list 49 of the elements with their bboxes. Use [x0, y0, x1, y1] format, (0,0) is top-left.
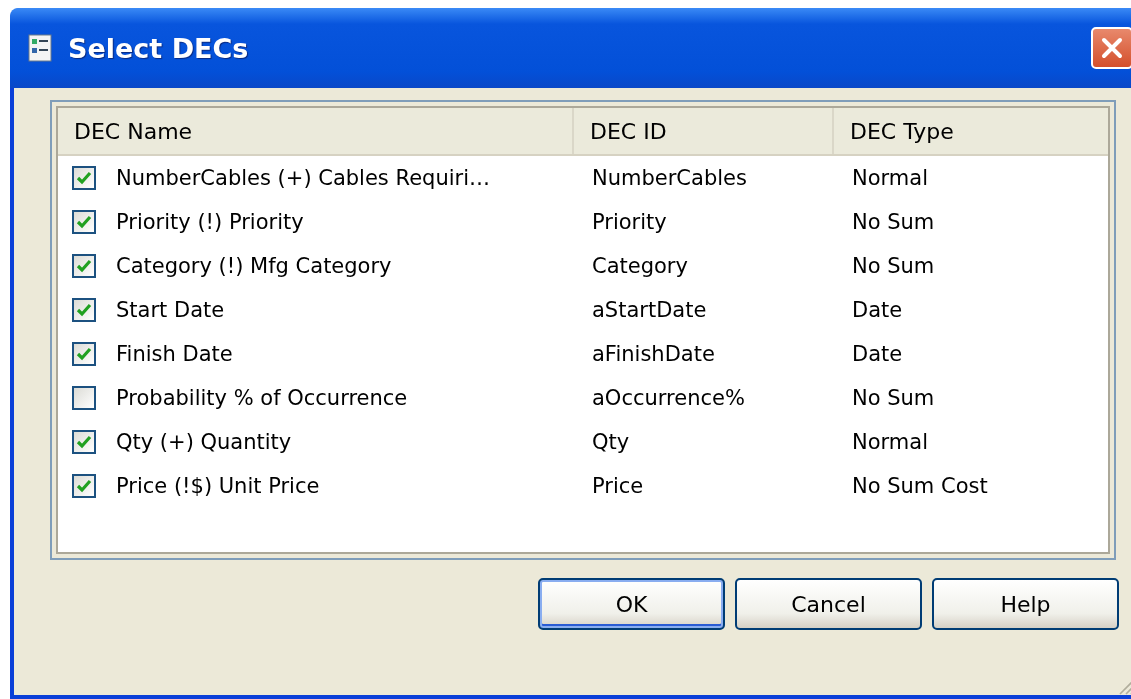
table-cell: aFinishDate	[592, 342, 715, 366]
table-cell: NumberCables (+) Cables Requiri…	[116, 166, 490, 190]
checkbox[interactable]	[72, 386, 96, 410]
check-icon	[76, 347, 92, 361]
checkbox[interactable]	[72, 474, 96, 498]
dialog-button[interactable]: OK	[538, 578, 725, 630]
table-cell: Date	[852, 342, 903, 366]
table-cell: Price (!$) Unit Price	[116, 474, 320, 498]
table-cell: No Sum Cost	[852, 474, 988, 498]
check-icon	[76, 171, 92, 185]
checkbox[interactable]	[72, 430, 96, 454]
checkbox[interactable]	[72, 166, 96, 190]
column-header[interactable]: DEC Type	[834, 108, 1104, 154]
checkbox[interactable]	[72, 342, 96, 366]
check-icon	[76, 435, 92, 449]
table-cell: Finish Date	[116, 342, 233, 366]
table-cell: Qty (+) Quantity	[116, 430, 292, 454]
window-title: Select DECs	[68, 32, 249, 64]
check-icon	[76, 303, 92, 317]
table-cell: NumberCables	[592, 166, 747, 190]
table-cell: Priority	[592, 210, 667, 234]
table-cell: No Sum	[852, 254, 935, 278]
table-cell: Qty	[592, 430, 630, 454]
check-icon	[76, 259, 92, 273]
table-cell: Date	[852, 298, 903, 322]
table-cell: Category (!) Mfg Category	[116, 254, 392, 278]
checkbox[interactable]	[72, 298, 96, 322]
table-cell: Normal	[852, 166, 928, 190]
table-cell: aStartDate	[592, 298, 707, 322]
column-header[interactable]: DEC ID	[574, 108, 834, 154]
close-icon	[1099, 35, 1125, 61]
table-cell: Start Date	[116, 298, 225, 322]
table-cell: Normal	[852, 430, 928, 454]
dialog-button[interactable]: Help	[932, 578, 1119, 630]
table-cell: aOccurrence%	[592, 386, 745, 410]
table-cell: No Sum	[852, 386, 935, 410]
checkbox[interactable]	[72, 254, 96, 278]
table-cell: Category	[592, 254, 688, 278]
dialog-button[interactable]: Cancel	[735, 578, 922, 630]
table-cell: Probability % of Occurrence	[116, 386, 408, 410]
checkbox[interactable]	[72, 210, 96, 234]
form-icon	[28, 34, 52, 62]
table-cell: No Sum	[852, 210, 935, 234]
table-cell: Price	[592, 474, 644, 498]
close-button[interactable]	[1091, 27, 1131, 69]
column-header[interactable]: DEC Name	[58, 108, 574, 154]
check-icon	[76, 215, 92, 229]
check-icon	[76, 479, 92, 493]
table-cell: Priority (!) Priority	[116, 210, 304, 234]
